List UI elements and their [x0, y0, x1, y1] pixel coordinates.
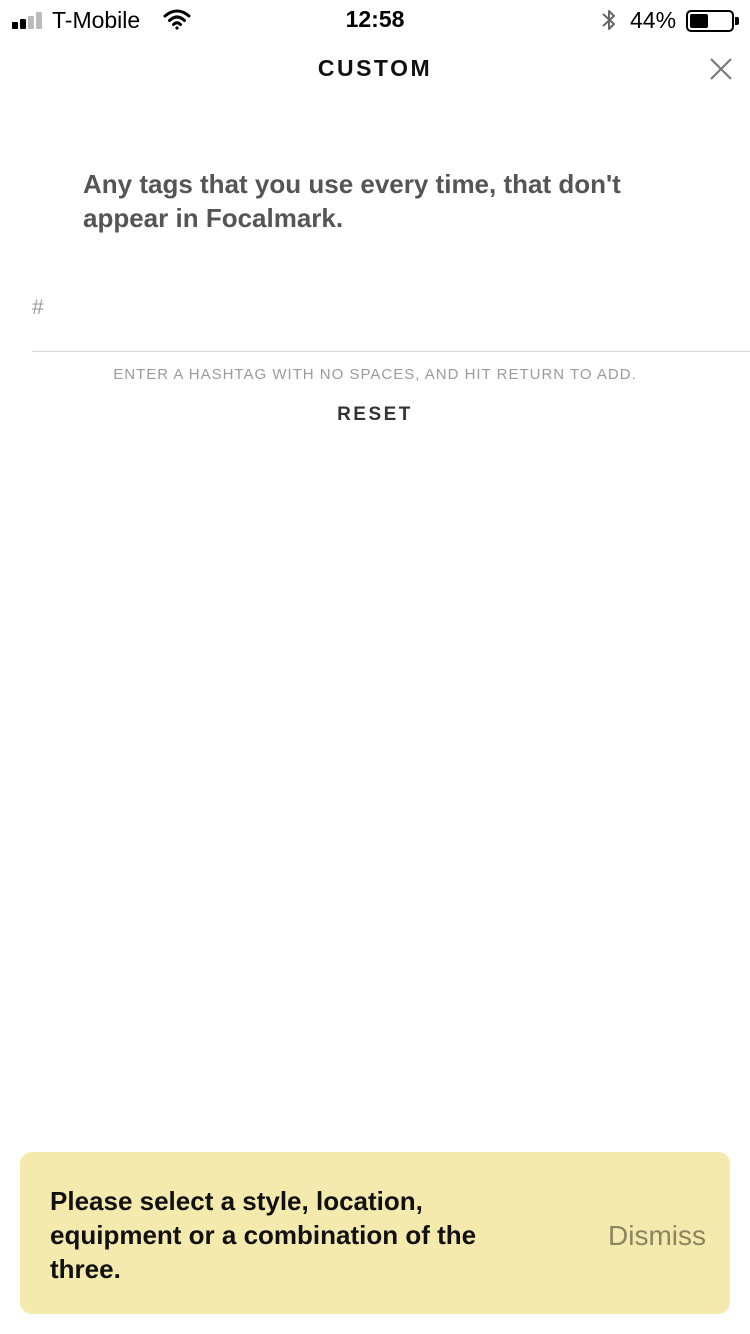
hint-text: ENTER A HASHTAG WITH NO SPACES, AND HIT … — [113, 366, 637, 383]
page-title: CUSTOM — [317, 55, 433, 81]
hashtag-input[interactable] — [62, 288, 732, 338]
battery-percent: 44% — [630, 7, 677, 33]
battery-nub — [735, 17, 739, 25]
battery-icon — [686, 10, 739, 32]
battery-fill — [690, 14, 708, 28]
status-bar: T-Mobile 12:58 44% — [0, 0, 750, 40]
toast-message: Please select a style, location, equipme… — [50, 1186, 477, 1284]
reset-button[interactable]: RESET — [315, 400, 435, 430]
hash-prefix: # — [32, 296, 44, 319]
bluetooth-icon — [602, 10, 615, 30]
close-icon[interactable] — [704, 52, 738, 86]
description-text: Any tags that you use every time, that d… — [83, 169, 621, 233]
dismiss-button[interactable]: Dismiss — [586, 1216, 706, 1256]
toast-banner: Please select a style, location, equipme… — [20, 1152, 730, 1314]
screen: T-Mobile 12:58 44% CUSTOM Any tags that … — [0, 0, 750, 1334]
hashtag-field[interactable]: # — [32, 282, 750, 352]
